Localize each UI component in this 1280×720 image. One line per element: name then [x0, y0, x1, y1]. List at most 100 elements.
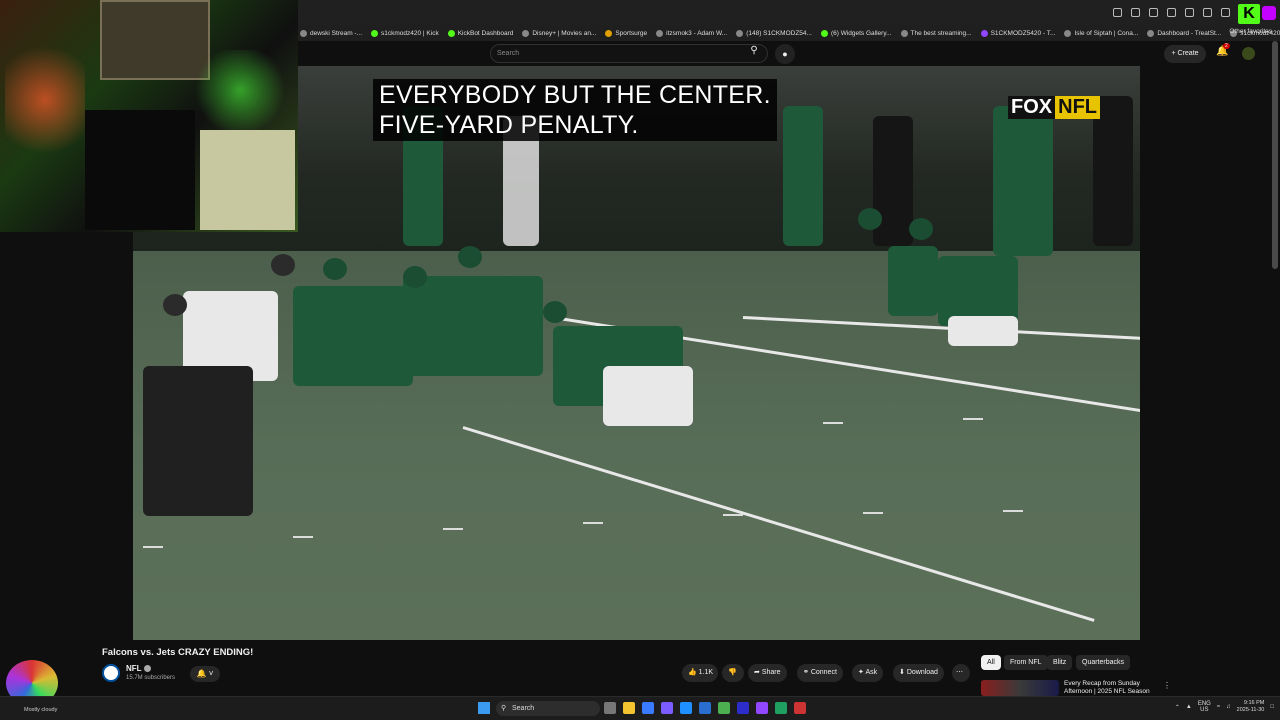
sideline-figure: [873, 116, 913, 246]
recommended-video-menu[interactable]: ⋮: [1163, 681, 1171, 690]
hash-mark: [143, 546, 163, 548]
app-icon[interactable]: [642, 702, 654, 714]
create-label: Create: [1177, 50, 1199, 57]
bookmark-item[interactable]: Sportsurge: [605, 29, 647, 37]
bookmark-label: KickBot Dashboard: [457, 29, 514, 37]
jets-player: [888, 246, 938, 316]
bookmark-favicon-icon: [656, 29, 664, 37]
start-icon[interactable]: [478, 702, 490, 714]
page-scrollbar[interactable]: [1272, 41, 1278, 269]
ask-label: Ask: [865, 669, 878, 676]
bookmark-label: dewski Stream -...: [310, 29, 363, 37]
channel-name[interactable]: NFL: [126, 664, 151, 673]
chip-blitz[interactable]: Blitz: [1047, 655, 1073, 670]
share-button[interactable]: ➦ Share: [748, 664, 787, 682]
task-view-icon[interactable]: [604, 702, 616, 714]
language-indicator[interactable]: ENG US: [1198, 701, 1211, 714]
dislike-button[interactable]: 👎: [722, 664, 744, 682]
chip-quarterbacks[interactable]: Quarterbacks: [1076, 655, 1131, 670]
app-icon[interactable]: [737, 702, 749, 714]
chip-all[interactable]: All: [981, 655, 1001, 670]
sideline-figure: [993, 106, 1053, 256]
app-icon[interactable]: [699, 702, 711, 714]
download-label: Download: [906, 669, 938, 676]
wifi-icon[interactable]: ≈: [1217, 704, 1220, 710]
download-button[interactable]: ⬇ Download: [893, 664, 944, 682]
bookmark-favicon-icon: [1064, 29, 1072, 37]
helmet: [909, 218, 933, 240]
extension-icon[interactable]: [1262, 6, 1276, 20]
app-icon[interactable]: [718, 702, 730, 714]
bookmark-favicon-icon: [820, 29, 828, 37]
hash-mark: [723, 514, 743, 516]
settings-icon[interactable]: [1167, 8, 1176, 17]
clock-time: 9:16 PM: [1243, 700, 1265, 706]
profile-icon[interactable]: [1221, 8, 1230, 17]
bookmark-item[interactable]: KickBot Dashboard: [447, 29, 514, 37]
fox-nfl-logo: FOX NFL: [1008, 94, 1101, 120]
ask-button[interactable]: ✦ Ask: [852, 664, 884, 682]
app-icon[interactable]: [775, 702, 787, 714]
more-actions-button[interactable]: ⋯: [952, 664, 970, 682]
bookmark-item[interactable]: S1CKMODZ5420 - T...: [980, 29, 1055, 37]
kick-extension-icon[interactable]: K: [1238, 4, 1260, 24]
extensions-icon[interactable]: [1113, 8, 1122, 17]
microphone-icon[interactable]: ●: [775, 44, 795, 64]
language-bottom: US: [1200, 707, 1209, 713]
connect-button[interactable]: ⚭ Connect: [797, 664, 843, 682]
clock-date: 2025-11-30: [1236, 707, 1265, 713]
verified-icon: [143, 665, 151, 673]
bookmark-favicon-icon: [980, 29, 988, 37]
chevron-up-icon[interactable]: ⌃: [1175, 704, 1180, 711]
collections-icon[interactable]: [1185, 8, 1194, 17]
bookmark-favicon-icon: [1147, 29, 1155, 37]
like-button[interactable]: 👍 1.1K: [682, 664, 718, 682]
chip-from-nfl[interactable]: From NFL: [1004, 655, 1048, 670]
jets-player-pants: [603, 366, 693, 426]
app-icon[interactable]: [756, 702, 768, 714]
subscribe-bell-button[interactable]: 🔔 ˅: [190, 666, 220, 682]
bookmark-label: Isle of Siptah | Cona...: [1074, 29, 1139, 37]
clock[interactable]: 9:16 PM 2025-11-30: [1237, 700, 1265, 714]
notifications-center-icon[interactable]: □: [1270, 704, 1274, 710]
create-button[interactable]: + Create: [1164, 45, 1206, 63]
search-input[interactable]: Search: [490, 44, 768, 63]
other-favorites[interactable]: Other favorites: [1229, 28, 1272, 35]
favorites-icon[interactable]: [1131, 8, 1140, 17]
bookmark-label: (6) Widgets Gallery...: [830, 29, 892, 37]
downloads-icon[interactable]: [1203, 8, 1212, 17]
bookmark-item[interactable]: The best streaming...: [900, 29, 972, 37]
caption-line: EVERYBODY BUT THE CENTER.: [379, 81, 771, 109]
search-icon[interactable]: ⚲: [742, 45, 766, 62]
bookmark-item[interactable]: itzsmok3 - Adam W...: [656, 29, 727, 37]
hash-mark: [1003, 510, 1023, 512]
app-icon[interactable]: [661, 702, 673, 714]
channel-avatar[interactable]: [102, 664, 120, 682]
bookmark-item[interactable]: Dashboard - TreatSt...: [1147, 29, 1221, 37]
taskbar-apps: [604, 702, 806, 714]
taskbar-search[interactable]: ⚲ Search: [496, 701, 600, 716]
system-tray: ⌃ ▲ ENG US ≈ ♫ 9:16 PM 2025-11-30 □: [1175, 700, 1274, 714]
recommended-video-title[interactable]: Every Recap from Sunday Afternoon | 2025…: [1064, 680, 1164, 696]
search-icon: ⚲: [501, 705, 507, 712]
file-explorer-icon[interactable]: [623, 702, 635, 714]
bookmark-item[interactable]: (6) Widgets Gallery...: [820, 29, 892, 37]
volume-icon[interactable]: ♫: [1226, 704, 1231, 710]
helmet: [458, 246, 482, 268]
network-icon[interactable]: ▲: [1186, 704, 1192, 710]
app-icon[interactable]: [794, 702, 806, 714]
refresh-icon[interactable]: [1149, 8, 1158, 17]
hash-mark: [963, 418, 983, 420]
like-count: 1.1K: [698, 669, 714, 676]
bookmark-item[interactable]: s1ckmodz420 | Kick: [371, 29, 439, 37]
bookmark-item[interactable]: Disney+ | Movies an...: [522, 29, 596, 37]
hash-mark: [823, 422, 843, 424]
account-avatar[interactable]: [1242, 47, 1255, 60]
bookmark-item[interactable]: (148) S1CKMODZ54...: [736, 29, 812, 37]
bookmark-item[interactable]: dewski Stream -...: [300, 29, 363, 37]
weather-widget[interactable]: Mostly cloudy: [24, 707, 57, 713]
bookmark-item[interactable]: Isle of Siptah | Cona...: [1064, 29, 1139, 37]
edge-icon[interactable]: [680, 702, 692, 714]
browser-toolbar-icons: [1113, 8, 1230, 17]
recommended-video-thumbnail[interactable]: [981, 680, 1059, 696]
